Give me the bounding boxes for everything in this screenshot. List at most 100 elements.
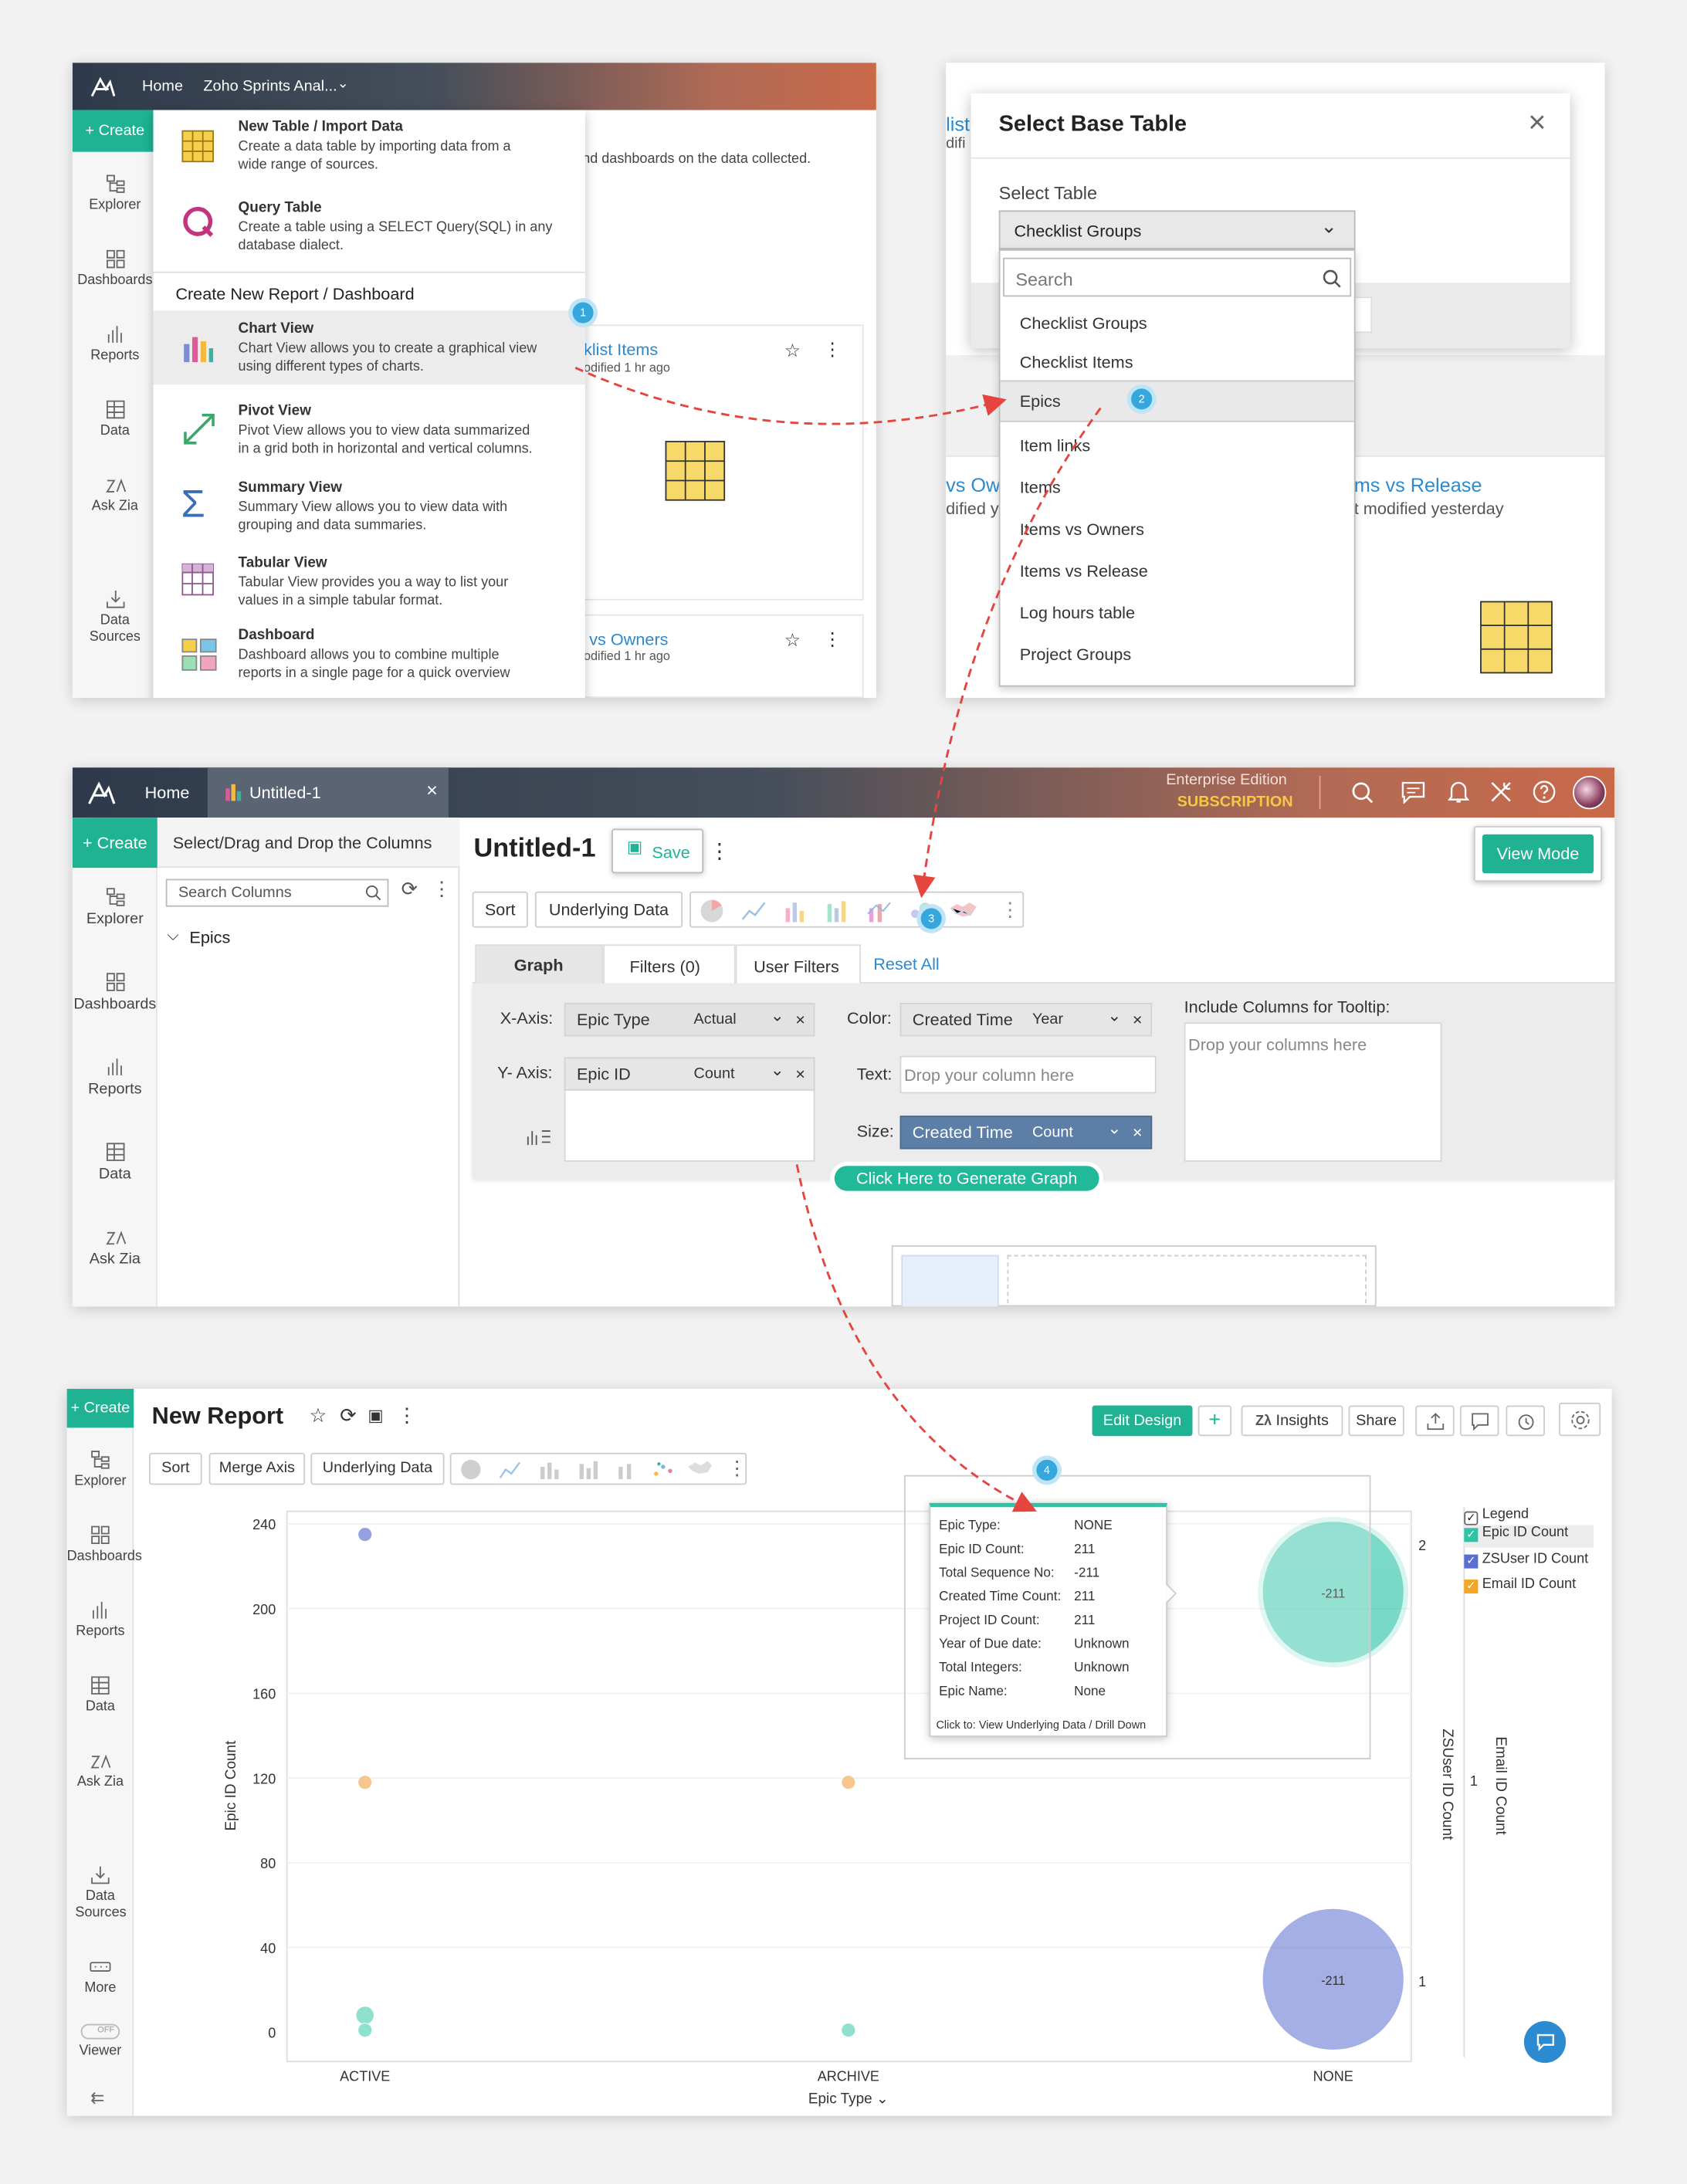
search-input[interactable]: Search — [1015, 269, 1072, 290]
chevron-down-icon[interactable]: ⌵ — [168, 928, 179, 946]
underlying-data-button[interactable]: Underlying Data — [310, 1452, 445, 1485]
star-icon[interactable]: ☆ — [310, 1404, 327, 1428]
legend-item[interactable]: ✓ Email ID Count — [1464, 1576, 1594, 1599]
sidebar-item-data[interactable]: Data — [73, 1143, 158, 1183]
legend-checkbox[interactable]: ✓ — [1464, 1511, 1479, 1525]
chevron-down-icon[interactable]: ⌄ — [337, 76, 349, 92]
pie-chart-icon[interactable] — [700, 899, 724, 923]
collapse-icon[interactable]: ⇇ — [90, 2088, 104, 2108]
menu-item-new-table[interactable]: New Table / Import Data Create a data ta… — [153, 110, 584, 191]
app-logo-icon[interactable] — [86, 779, 117, 807]
report-card[interactable]: vs Owners odified 1 hr ago ☆ ⋮ — [574, 614, 864, 698]
size-drop-zone[interactable]: Created Time Count ⌄ × — [899, 1113, 1153, 1150]
share-button[interactable]: Share — [1348, 1405, 1404, 1437]
tab-filters[interactable]: Filters (0) — [603, 944, 736, 985]
dropdown-option[interactable]: Checklist Items — [1000, 343, 1353, 382]
chat-button[interactable] — [1523, 2021, 1567, 2064]
remove-icon[interactable]: × — [795, 1058, 805, 1089]
dropdown-option[interactable]: Items vs Owners — [1000, 510, 1353, 549]
merge-axis-button[interactable]: Merge Axis — [208, 1452, 306, 1485]
report-title[interactable]: Untitled-1 — [473, 835, 595, 865]
text-drop-zone[interactable]: Drop your column here — [899, 1055, 1157, 1094]
color-drop-zone[interactable]: Created Time Year ⌄ × — [899, 1000, 1153, 1037]
app-logo-icon[interactable] — [89, 74, 117, 99]
sidebar-item-dashboards[interactable]: Dashboards — [73, 972, 158, 1013]
insights-button[interactable]: Zλ Insights — [1241, 1405, 1343, 1437]
sidebar-item-data[interactable]: Data — [67, 1676, 134, 1715]
remove-icon[interactable]: × — [1133, 1004, 1143, 1035]
toggle-switch[interactable]: OFF — [80, 2023, 120, 2040]
help-icon[interactable] — [1533, 780, 1557, 804]
map-chart-icon[interactable] — [686, 1460, 713, 1479]
tab-untitled[interactable]: Untitled-1 × — [207, 767, 449, 818]
bar-chart-icon[interactable] — [537, 1460, 560, 1480]
more-icon[interactable]: ⋮ — [709, 838, 730, 864]
chevron-down-icon[interactable]: ⌄ — [1107, 1113, 1121, 1144]
card-title[interactable]: vs Owners — [589, 630, 668, 649]
sidebar-item-ask-zia[interactable]: Ask Zia — [73, 1227, 158, 1268]
more-icon[interactable]: ⋮ — [1000, 899, 1019, 923]
workspace-dropdown[interactable]: Zoho Sprints Anal... — [203, 78, 337, 95]
report-card[interactable]: klist Items odified 1 hr ago ☆ ⋮ — [574, 324, 864, 601]
sidebar-item-reports[interactable]: Reports — [73, 1057, 158, 1098]
tab-graph[interactable]: Graph — [475, 944, 604, 985]
tools-icon[interactable] — [1489, 780, 1513, 804]
export-button[interactable] — [1415, 1405, 1455, 1437]
combo-chart-icon[interactable] — [615, 1460, 638, 1480]
sort-button[interactable]: Sort — [472, 891, 528, 928]
comment-icon[interactable] — [1401, 781, 1425, 804]
schedule-button[interactable] — [1506, 1405, 1545, 1437]
sidebar-item-data-sources[interactable]: Data Sources — [67, 1865, 134, 1922]
tab-user-filters[interactable]: User Filters — [735, 944, 862, 985]
sidebar-item-ask-zia[interactable]: Ask Zia — [67, 1751, 134, 1790]
table-group-label[interactable]: Epics — [189, 928, 230, 947]
refresh-icon[interactable]: ⟳ — [401, 878, 418, 902]
star-icon[interactable]: ☆ — [784, 340, 801, 362]
reset-all-link[interactable]: Reset All — [873, 954, 939, 973]
sidebar-item-reports[interactable]: Reports — [67, 1600, 134, 1640]
star-icon[interactable]: ☆ — [784, 630, 801, 652]
more-icon[interactable]: ⋮ — [397, 1404, 416, 1428]
save-button[interactable]: ▣ Save — [611, 828, 704, 874]
create-button[interactable]: + Create — [66, 1388, 134, 1428]
stacked-bar-icon[interactable] — [577, 1460, 599, 1480]
line-chart-icon[interactable] — [741, 900, 766, 923]
sidebar-item-data-sources[interactable]: Data Sources — [73, 589, 158, 646]
table-select[interactable]: Checklist Groups ⌄ — [998, 210, 1356, 249]
dropdown-search[interactable]: Search — [1003, 257, 1352, 297]
y-axis-function[interactable]: Count — [694, 1058, 735, 1089]
viewer-toggle[interactable]: OFF Viewer — [67, 2023, 134, 2059]
sidebar-item-reports[interactable]: Reports — [73, 324, 158, 364]
create-button[interactable]: + Create — [72, 110, 158, 152]
tooltip-footer[interactable]: Click to: View Underlying Data / Drill D… — [936, 1718, 1146, 1731]
tooltip-drop-zone[interactable]: Drop your columns here — [1184, 1022, 1442, 1162]
generate-graph-button[interactable]: Click Here to Generate Graph — [834, 1166, 1099, 1191]
more-icon[interactable]: ⋮ — [432, 878, 451, 902]
sort-button[interactable]: Sort — [149, 1452, 202, 1485]
x-axis-drop-zone[interactable]: Epic Type Actual ⌄ × — [564, 1003, 815, 1037]
combo-chart-icon[interactable] — [866, 900, 891, 923]
sidebar-item-data[interactable]: Data — [73, 400, 158, 438]
sidebar-item-explorer[interactable]: Explorer — [67, 1450, 134, 1489]
scatter-chart-icon[interactable] — [652, 1460, 674, 1479]
sidebar-item-more[interactable]: More — [67, 1957, 134, 1996]
remove-icon[interactable]: × — [1133, 1117, 1143, 1148]
search-columns-input[interactable]: Search Columns — [165, 879, 389, 907]
dropdown-option-highlighted[interactable]: Epics — [1000, 380, 1354, 422]
sidebar-item-explorer[interactable]: Explorer — [73, 174, 158, 213]
settings-button[interactable] — [1559, 1402, 1601, 1437]
map-chart-icon[interactable] — [947, 900, 978, 923]
dropdown-option[interactable]: Log hours table — [1000, 594, 1353, 633]
bell-icon[interactable] — [1448, 780, 1470, 804]
sidebar-item-dashboards[interactable]: Dashboards — [73, 249, 158, 288]
color-function[interactable]: Year — [1032, 1004, 1063, 1035]
underlying-data-button[interactable]: Underlying Data — [534, 891, 683, 928]
subscription-link[interactable]: SUBSCRIPTION — [1177, 794, 1293, 811]
home-link[interactable]: Home — [145, 783, 190, 802]
menu-item-tabular-view[interactable]: Tabular View Tabular View provides you a… — [153, 543, 584, 616]
save-icon[interactable]: ▣ — [368, 1406, 383, 1425]
bar-chart-icon[interactable] — [783, 900, 808, 923]
chevron-down-icon[interactable]: ⌄ — [1107, 1000, 1121, 1031]
dropdown-option[interactable]: Item links — [1000, 426, 1353, 466]
menu-item-dashboard[interactable]: Dashboard Dashboard allows you to combin… — [153, 615, 584, 692]
